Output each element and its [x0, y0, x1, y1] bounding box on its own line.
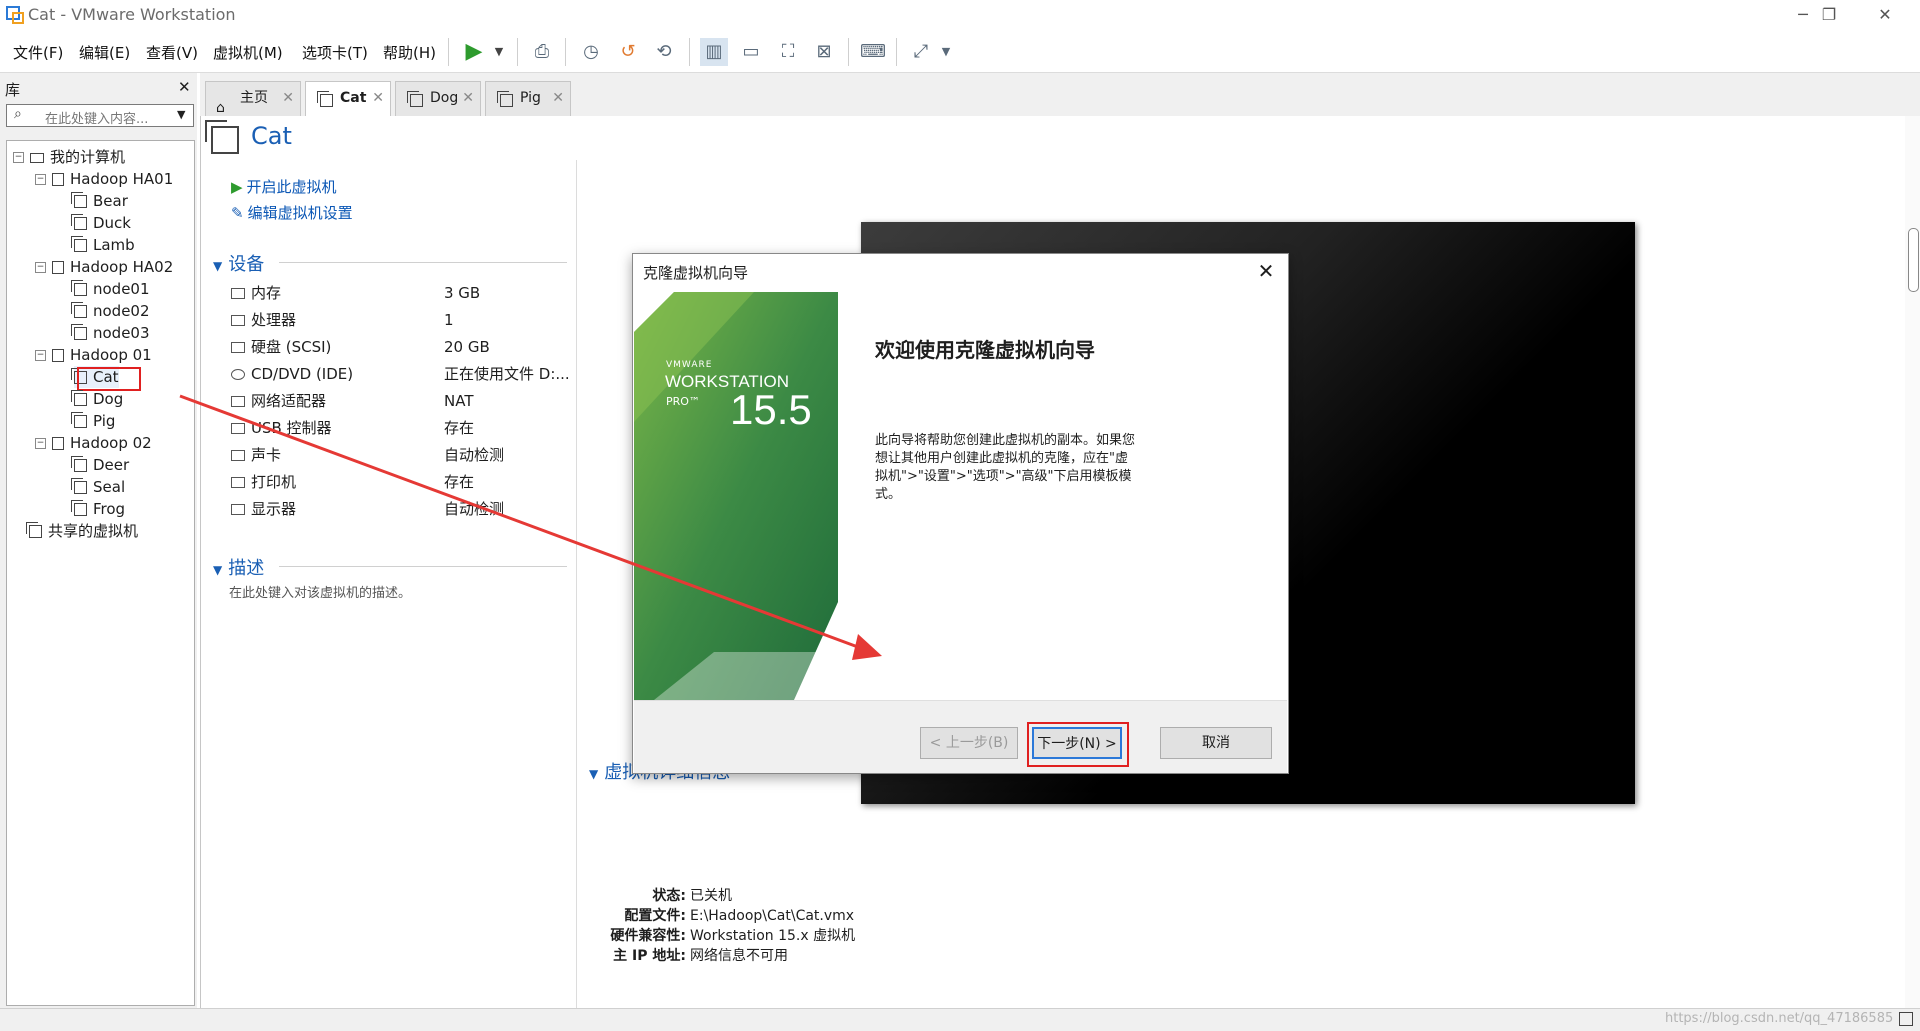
scrollbar-thumb[interactable] [1908, 228, 1919, 292]
vertical-scrollbar[interactable] [1905, 116, 1920, 1008]
statusbar-icon[interactable] [1899, 1012, 1913, 1026]
status-bar: https://blog.csdn.net/qq_47186585 [0, 1008, 1920, 1031]
watermark: https://blog.csdn.net/qq_47186585 [1665, 1011, 1894, 1026]
annotation-arrow [179, 394, 882, 660]
